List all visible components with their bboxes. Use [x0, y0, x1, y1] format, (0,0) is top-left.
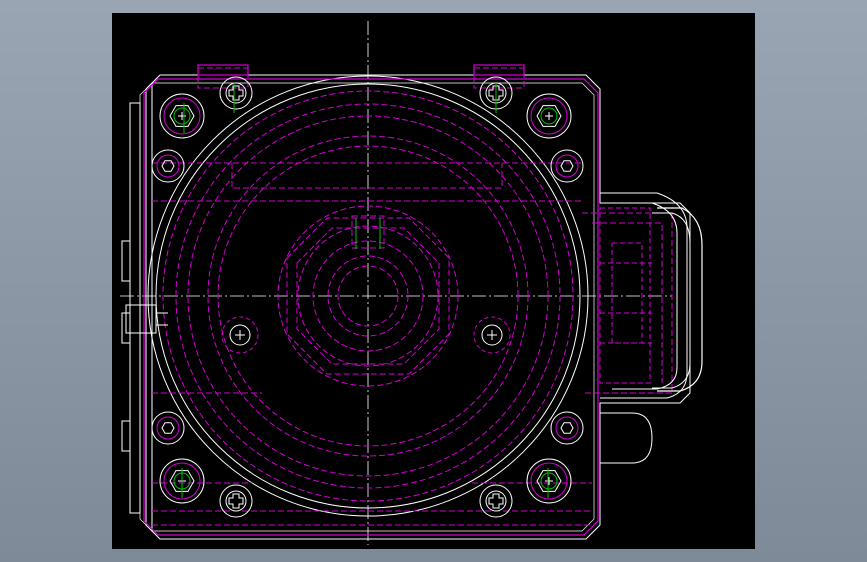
bolt-top-left	[159, 93, 205, 139]
cad-viewport[interactable]	[112, 13, 755, 549]
side-port	[600, 192, 703, 464]
bolt-top-right	[526, 93, 572, 139]
cross-screws	[219, 76, 513, 518]
side-port-hidden	[599, 207, 652, 384]
mid-holes	[221, 316, 511, 354]
left-details	[125, 304, 168, 334]
body-edges	[143, 64, 599, 536]
bolt-bottom-right	[526, 458, 572, 504]
cad-drawing	[120, 21, 703, 545]
corner-bolts	[159, 93, 572, 504]
center-lines	[120, 21, 672, 545]
